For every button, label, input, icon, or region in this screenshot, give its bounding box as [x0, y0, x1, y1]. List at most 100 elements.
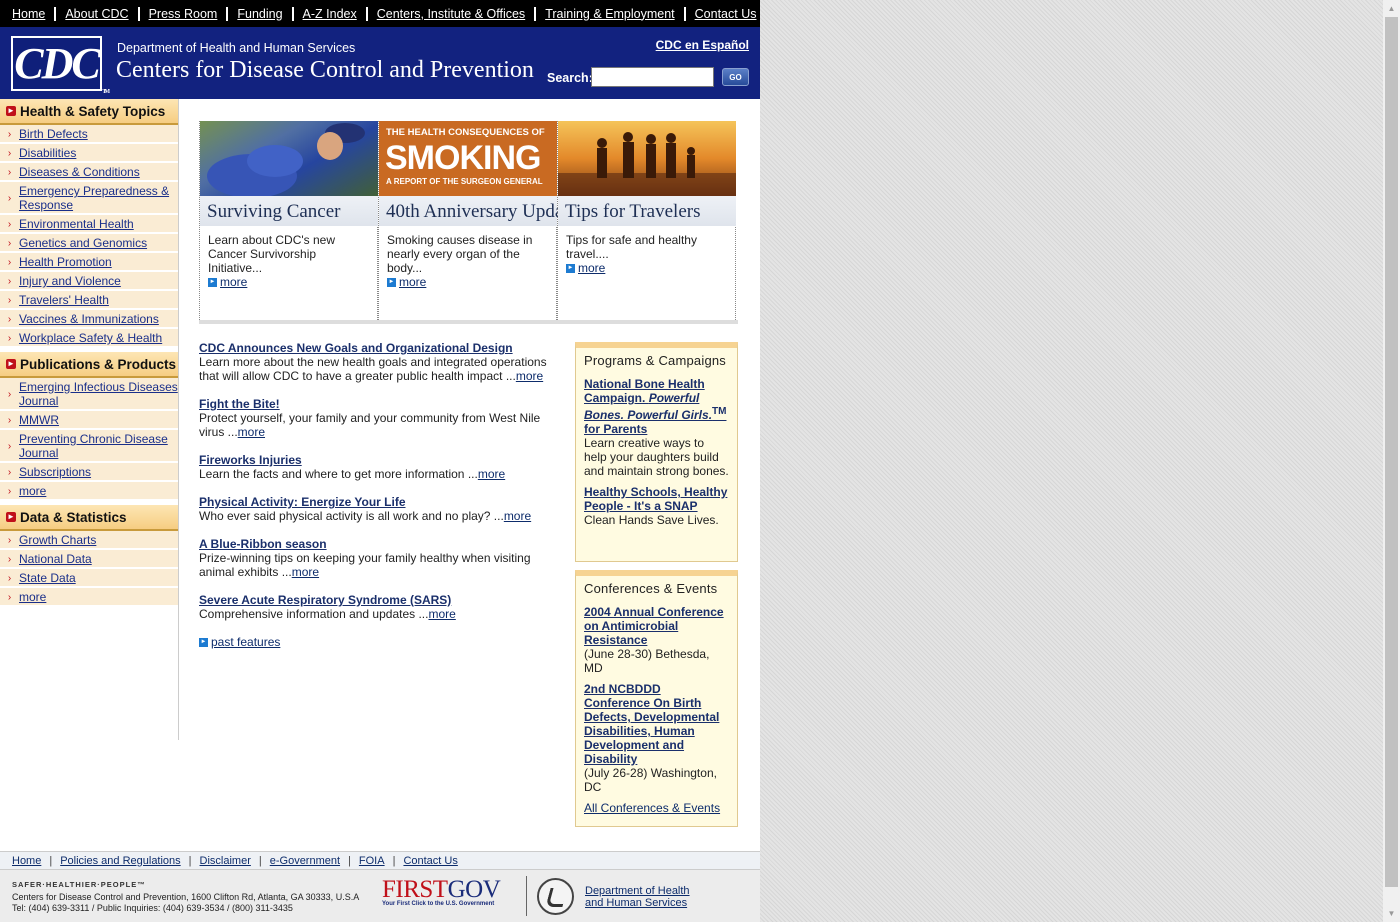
more-link-text[interactable]: more [220, 275, 247, 289]
news-headline[interactable]: Physical Activity: Energize Your Life [199, 495, 406, 509]
nav-item[interactable]: › Subscriptions [0, 463, 178, 482]
footer-egov-link[interactable]: e-Government [270, 855, 340, 867]
feature-title[interactable]: Tips for Travelers [558, 196, 736, 226]
nav-item[interactable]: › Preventing Chronic Disease Journal [0, 430, 178, 463]
news-more-link[interactable]: more [428, 607, 455, 621]
more-link-text[interactable]: more [399, 275, 426, 289]
nav-training-link[interactable]: Training & Employment [545, 7, 674, 21]
nav-link[interactable]: State Data [19, 571, 76, 585]
nav-about-link[interactable]: About CDC [65, 7, 128, 21]
nav-link[interactable]: MMWR [19, 413, 59, 427]
nav-item[interactable]: › MMWR [0, 411, 178, 430]
scroll-up-arrow-icon[interactable]: ▲ [1383, 0, 1400, 17]
nav-item[interactable]: › Injury and Violence [0, 272, 178, 291]
nav-item[interactable]: › Birth Defects [0, 125, 178, 144]
news-headline[interactable]: Severe Acute Respiratory Syndrome (SARS) [199, 593, 451, 607]
nav-item[interactable]: › Disabilities [0, 144, 178, 163]
search-go-button[interactable]: GO [722, 68, 749, 86]
smoking-report-image[interactable]: THE HEALTH CONSEQUENCES OF SMOKING A REP… [379, 121, 557, 196]
hhs-link[interactable]: Department of Health and Human Services [585, 885, 690, 909]
firstgov-logo[interactable]: FIRSTGOV Your First Click to the U.S. Go… [382, 876, 516, 916]
more-link[interactable]: ► more [208, 275, 368, 289]
feature-title[interactable]: 40th Anniversary Update [379, 196, 577, 226]
bone-health-link[interactable]: National Bone Health Campaign. Powerful … [584, 377, 726, 436]
footer-contact-link[interactable]: Contact Us [403, 855, 457, 867]
nav-link[interactable]: National Data [19, 552, 92, 566]
nav-link[interactable]: Genetics and Genomics [19, 236, 147, 250]
top-nav-item[interactable]: A-Z Index [303, 7, 357, 21]
past-features-link[interactable]: ► past features [199, 635, 559, 649]
footer-foia-link[interactable]: FOIA [359, 855, 385, 867]
news-more-link[interactable]: more [516, 369, 543, 383]
nav-link[interactable]: more [19, 484, 46, 498]
nav-link[interactable]: Travelers' Health [19, 293, 109, 307]
more-link[interactable]: ► more [566, 261, 726, 275]
nav-item[interactable]: › Travelers' Health [0, 291, 178, 310]
nav-contact-link[interactable]: Contact Us [695, 7, 757, 21]
nav-centers-link[interactable]: Centers, Institute & Offices [377, 7, 525, 21]
news-more-link[interactable]: more [504, 509, 531, 523]
top-nav-item[interactable]: Home [12, 7, 45, 21]
news-headline[interactable]: Fireworks Injuries [199, 453, 302, 467]
search-input[interactable] [591, 67, 714, 87]
news-more-link[interactable]: more [478, 467, 505, 481]
nav-link[interactable]: Emerging Infectious Diseases Journal [19, 380, 178, 408]
healthy-schools-link[interactable]: Healthy Schools, Healthy People - It's a… [584, 485, 727, 513]
nav-item[interactable]: › Growth Charts [0, 531, 178, 550]
news-headline[interactable]: A Blue-Ribbon season [199, 537, 327, 551]
top-nav-item[interactable]: About CDC [65, 7, 128, 21]
conference-link[interactable]: 2004 Annual Conference on Antimicrobial … [584, 605, 724, 647]
nav-link[interactable]: Subscriptions [19, 465, 91, 479]
nav-link[interactable]: more [19, 590, 46, 604]
nav-item[interactable]: › State Data [0, 569, 178, 588]
news-headline[interactable]: Fight the Bite! [199, 397, 280, 411]
footer-disclaimer-link[interactable]: Disclaimer [200, 855, 251, 867]
nav-link[interactable]: Vaccines & Immunizations [19, 312, 159, 326]
nav-item[interactable]: › Vaccines & Immunizations [0, 310, 178, 329]
cyclist-image[interactable] [200, 121, 378, 196]
nav-item[interactable]: › more [0, 482, 178, 501]
news-more-link[interactable]: more [238, 425, 265, 439]
news-headline[interactable]: CDC Announces New Goals and Organization… [199, 341, 513, 355]
past-features-text[interactable]: past features [211, 635, 280, 649]
nav-link[interactable]: Workplace Safety & Health [19, 331, 162, 345]
nav-item[interactable]: › more [0, 588, 178, 607]
top-nav-item[interactable]: Contact Us [695, 7, 757, 21]
nav-item[interactable]: › Emerging Infectious Diseases Journal [0, 378, 178, 411]
nav-link[interactable]: Injury and Violence [19, 274, 121, 288]
nav-press-link[interactable]: Press Room [149, 7, 218, 21]
scroll-thumb[interactable] [1385, 17, 1398, 887]
cdc-logo[interactable]: CDC TM [11, 36, 110, 95]
nav-funding-link[interactable]: Funding [237, 7, 282, 21]
nav-link[interactable]: Disabilities [19, 146, 76, 160]
nav-link[interactable]: Growth Charts [19, 533, 96, 547]
nav-az-link[interactable]: A-Z Index [303, 7, 357, 21]
vertical-scrollbar[interactable]: ▲ ▼ [1383, 0, 1400, 922]
footer-policies-link[interactable]: Policies and Regulations [60, 855, 180, 867]
nav-home-link[interactable]: Home [12, 7, 45, 21]
nav-item[interactable]: › Diseases & Conditions [0, 163, 178, 182]
nav-link[interactable]: Health Promotion [19, 255, 112, 269]
news-more-link[interactable]: more [292, 565, 319, 579]
feature-title[interactable]: Surviving Cancer [200, 196, 378, 226]
more-link-text[interactable]: more [578, 261, 605, 275]
spanish-link[interactable]: CDC en Español [656, 38, 749, 52]
footer-home-link[interactable]: Home [12, 855, 41, 867]
all-conferences-link[interactable]: All Conferences & Events [584, 801, 720, 815]
top-nav-item[interactable]: Centers, Institute & Offices [377, 7, 525, 21]
nav-item[interactable]: › Environmental Health [0, 215, 178, 234]
nav-item[interactable]: › Genetics and Genomics [0, 234, 178, 253]
more-link[interactable]: ► more [387, 275, 547, 289]
nav-link[interactable]: Environmental Health [19, 217, 134, 231]
nav-item[interactable]: › Emergency Preparedness & Response [0, 182, 178, 215]
conference-link[interactable]: 2nd NCBDDD Conference On Birth Defects, … [584, 682, 719, 766]
top-nav-item[interactable]: Training & Employment [545, 7, 674, 21]
top-nav-item[interactable]: Press Room [149, 7, 218, 21]
family-beach-image[interactable] [558, 121, 736, 196]
nav-link[interactable]: Preventing Chronic Disease Journal [19, 432, 178, 460]
nav-link[interactable]: Emergency Preparedness & Response [19, 184, 178, 212]
nav-link[interactable]: Birth Defects [19, 127, 88, 141]
hhs-seal-icon[interactable] [537, 878, 574, 915]
nav-link[interactable]: Diseases & Conditions [19, 165, 140, 179]
nav-item[interactable]: › Health Promotion [0, 253, 178, 272]
